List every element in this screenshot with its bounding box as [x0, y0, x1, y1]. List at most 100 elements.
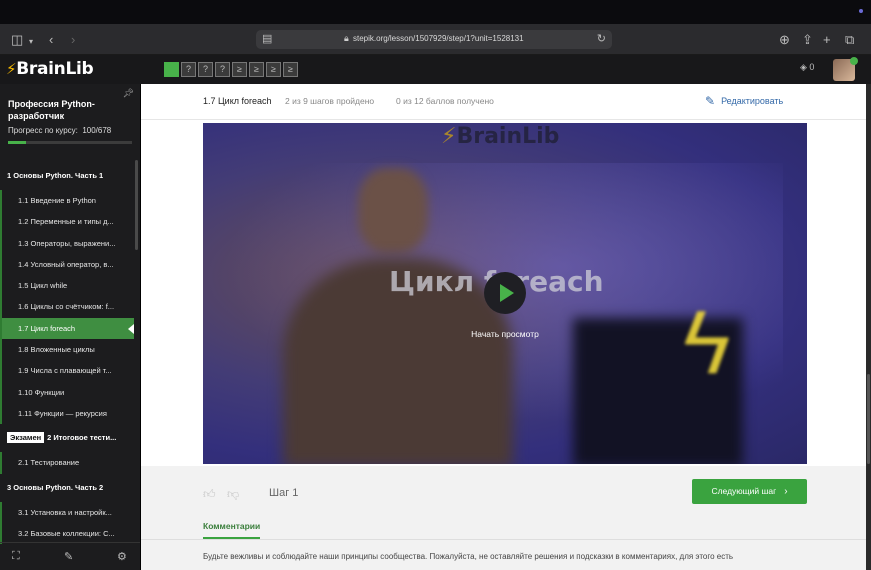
sidebar-item-label: 1.8 Вложенные циклы	[18, 345, 95, 355]
page-scrollbar-thumb[interactable]	[867, 374, 870, 464]
course-progress-fill	[8, 141, 27, 144]
step-7-code[interactable]: ≥	[249, 62, 264, 77]
chevron-right-icon: ›	[784, 486, 788, 497]
sidebar-item-label: 1.4 Условный оператор, в...	[18, 259, 114, 269]
camera-dot	[859, 9, 863, 13]
pencil-icon[interactable]: ✎	[64, 550, 73, 563]
sidebar-lesson-item[interactable]: 1.5 Цикл while	[0, 275, 134, 297]
course-sidebar: 📌︎ Профессия Python-разработчик Прогресс…	[0, 84, 140, 570]
step-8-code[interactable]: ≥	[266, 62, 281, 77]
sidebar-lesson-item[interactable]: 3.2 Базовые коллекции: С...	[0, 522, 134, 545]
course-progress: Прогресс по курсу: 100/678	[8, 126, 112, 135]
share-icon[interactable]: ⇪	[802, 32, 813, 47]
sidebar-section[interactable]: 3 Основы Python. Часть 2	[0, 474, 134, 502]
sidebar-toggle-icon[interactable]: ◫	[11, 32, 23, 47]
thumbs-down-icon[interactable]: 👎︎	[227, 487, 239, 502]
forward-icon[interactable]: ›	[71, 32, 75, 47]
sidebar-lesson-item[interactable]: 1.11 Функции — рекурсия	[0, 402, 134, 425]
lightning-lamp-icon: ϟ	[683, 293, 731, 393]
page-icon: ▤	[262, 33, 273, 45]
points-counter[interactable]: ◈ 0	[800, 62, 814, 73]
score-progress: 0 из 12 баллов получено	[396, 96, 494, 106]
video-player[interactable]: ϟ ⚡BrainLib Цикл foreach Начать просмотр	[203, 123, 807, 464]
user-avatar[interactable]	[833, 57, 858, 81]
step-3-quiz[interactable]: ?	[181, 62, 196, 77]
page-scrollbar[interactable]	[866, 84, 871, 570]
app-header: ⚡BrainLib ▶ ? ? ? ≥ ≥ ≥ ≥ ◈ 0	[0, 55, 871, 442]
sidebar-item-label: 1.5 Цикл while	[18, 281, 68, 291]
tab-comments[interactable]: Комментарии	[203, 521, 261, 539]
step-2[interactable]	[164, 62, 179, 77]
sidebar-item-label: 2 Итоговое тести...	[47, 433, 117, 443]
chevron-down-icon[interactable]: ▾	[29, 34, 33, 49]
sidebar-section[interactable]: Экзамен 2 Итоговое тести...	[0, 424, 134, 452]
lesson-list: 1 Основы Python. Часть 1 1.1 Введение в P…	[0, 162, 134, 545]
sidebar-lesson-item[interactable]: 1.6 Циклы со счётчиком: f...	[0, 296, 134, 318]
lesson-content: 1.7 Цикл foreach 2 из 9 шагов пройдено 0…	[141, 84, 867, 570]
gear-icon[interactable]: ⚙	[117, 550, 127, 563]
sidebar-item-label: 1.6 Циклы со счётчиком: f...	[18, 302, 115, 312]
steps-progress: 2 из 9 шагов пройдено	[285, 96, 375, 106]
course-progress-bar	[8, 141, 132, 144]
address-bar[interactable]: ▤ 🔒︎ stepik.org/lesson/1507929/step/1?un…	[256, 30, 612, 49]
step-5-quiz[interactable]: ?	[215, 62, 230, 77]
play-button[interactable]	[484, 272, 526, 314]
step-9-code[interactable]: ≥	[283, 62, 298, 77]
notification-badge	[850, 57, 858, 65]
download-icon[interactable]: ⊕	[779, 32, 790, 47]
sidebar-lesson-item[interactable]: 1.2 Переменные и типы д...	[0, 211, 134, 233]
tabs-overview-icon[interactable]: ⧉	[845, 32, 854, 47]
step-navigation: ▶ ? ? ? ≥ ≥ ≥ ≥	[164, 62, 830, 442]
sidebar-item-label: 1.7 Цикл foreach	[18, 323, 76, 333]
sidebar-lesson-item[interactable]: 1.3 Операторы, выражени...	[0, 232, 134, 254]
reload-icon[interactable]: ↻	[597, 32, 606, 45]
sidebar-lesson-item[interactable]: 1.9 Числа с плавающей т...	[0, 360, 134, 382]
comments-guidelines: Будьте вежливы и соблюдайте наши принцип…	[203, 552, 734, 561]
step-6-code[interactable]: ≥	[232, 62, 247, 77]
sidebar-item-label: 1.10 Функции	[18, 387, 65, 397]
sidebar-lesson-item[interactable]: 3.1 Установка и настройк...	[0, 501, 134, 523]
fullscreen-icon[interactable]: ⛶	[12, 550, 20, 563]
edit-link[interactable]: ✎ Редактировать	[705, 94, 783, 108]
new-tab-icon[interactable]: +	[823, 32, 831, 47]
thumbs-up-icon[interactable]: 👍︎	[203, 487, 216, 502]
sidebar-lesson-item[interactable]: 2.1 Тестирование	[0, 452, 134, 474]
sidebar-item-label: 2.1 Тестирование	[18, 458, 80, 468]
sidebar-item-label: 1.3 Операторы, выражени...	[18, 238, 116, 248]
video-logo: ⚡BrainLib	[441, 124, 560, 149]
bolt-icon: ⚡	[6, 60, 17, 78]
sidebar-item-label: 3.1 Установка и настройк...	[18, 507, 112, 517]
step-4-quiz[interactable]: ?	[198, 62, 213, 77]
video-presenter-head	[358, 168, 428, 253]
sidebar-lesson-item[interactable]: 1.1 Введение в Python	[0, 190, 134, 212]
exam-tag: Экзамен	[7, 432, 45, 444]
start-viewing-label[interactable]: Начать просмотр	[455, 329, 555, 339]
sidebar-item-label: 1 Основы Python. Часть 1	[7, 171, 104, 180]
sidebar-lesson-item[interactable]: 1.4 Условный оператор, в...	[0, 253, 134, 276]
step-header: 1.7 Цикл foreach 2 из 9 шагов пройдено 0…	[141, 84, 867, 120]
points-icon: ◈	[800, 62, 810, 72]
sidebar-item-label: 1.11 Функции — рекурсия	[18, 408, 107, 418]
step-number: Шаг 1	[269, 487, 299, 499]
browser-toolbar: ◫ ▾ ‹ › ▤ 🔒︎ stepik.org/lesson/1507929/s…	[0, 24, 871, 55]
screen-top-bar	[0, 0, 871, 24]
sidebar-footer: ⛶ ✎ ⚙	[0, 542, 140, 570]
sidebar-item-label: 3 Основы Python. Часть 2	[7, 482, 104, 492]
next-step-button[interactable]: Следующий шаг ›	[692, 479, 807, 504]
tabs-divider	[141, 539, 867, 540]
bolt-icon: ⚡	[441, 124, 457, 149]
course-title[interactable]: Профессия Python-разработчик	[8, 98, 128, 122]
step-footer: 👍︎ 👎︎ Шаг 1 Следующий шаг › Комментарии Б…	[141, 466, 867, 570]
url-text: stepik.org/lesson/1507929/step/1?unit=15…	[353, 34, 524, 43]
sidebar-scrollbar[interactable]	[135, 160, 138, 250]
sidebar-item-label: 1.9 Числа с плавающей т...	[18, 366, 112, 376]
brainlib-logo[interactable]: ⚡BrainLib	[6, 59, 94, 79]
lesson-title: 1.7 Цикл foreach	[203, 96, 272, 106]
sidebar-lesson-item[interactable]: 1.8 Вложенные циклы	[0, 339, 134, 361]
sidebar-lesson-item[interactable]: 1.10 Функции	[0, 381, 134, 403]
sidebar-item-label: 3.2 Базовые коллекции: С...	[18, 528, 115, 538]
back-icon[interactable]: ‹	[49, 32, 53, 47]
sidebar-lesson-item[interactable]: 1.7 Цикл foreach	[0, 317, 134, 340]
sidebar-item-label: 1.2 Переменные и типы д...	[18, 217, 114, 227]
sidebar-section[interactable]: 1 Основы Python. Часть 1	[0, 162, 134, 190]
